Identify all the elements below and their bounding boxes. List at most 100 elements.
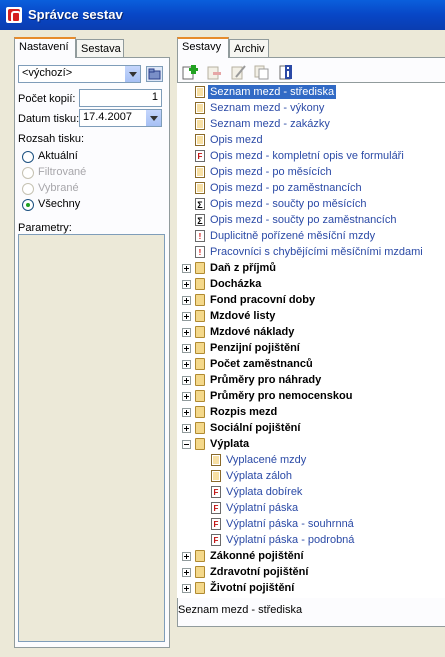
tree-item-label: Výplatní páska - souhrnná (226, 518, 354, 530)
tree-item[interactable]: F Výplata dobírek (177, 484, 445, 500)
copies-input[interactable]: 1 (79, 89, 162, 107)
tab-sestava[interactable]: Sestava (76, 39, 124, 58)
tree-folder[interactable]: Zákonné pojištění (177, 548, 445, 564)
tree-item[interactable]: Výplata záloh (177, 468, 445, 484)
tree-item[interactable]: Opis mezd - po měsících (177, 164, 445, 180)
tree-item-label: Seznam mezd - střediska (208, 85, 337, 99)
expand-icon[interactable] (182, 552, 191, 561)
form-report-icon: F (211, 518, 221, 530)
tree-item[interactable]: Vyplacené mzdy (177, 452, 445, 468)
radio-filtrovane-label: Filtrované (38, 166, 87, 178)
delete-report-icon[interactable] (206, 64, 222, 80)
params-panel[interactable] (18, 234, 165, 642)
sum-report-icon: Σ (195, 198, 205, 210)
folder-icon (148, 68, 161, 80)
date-picker[interactable]: 17.4.2007 (79, 109, 162, 127)
tree-item[interactable]: F Opis mezd - kompletní opis ve formuláři (177, 148, 445, 164)
form-report-icon: F (211, 534, 221, 546)
tree-item-label: Rozpis mezd (210, 406, 278, 418)
tree-folder[interactable]: Výplata (177, 436, 445, 452)
expand-icon[interactable] (182, 584, 191, 593)
reports-tree[interactable]: Seznam mezd - střediska Seznam mezd - výk… (177, 82, 445, 598)
tree-item[interactable]: Opis mezd - po zaměstnancích (177, 180, 445, 196)
radio-vybrane (22, 183, 34, 195)
window-title: Správce sestav (28, 7, 123, 22)
radio-vsechny-label[interactable]: Všechny (38, 198, 80, 210)
tree-folder[interactable]: Počet zaměstnanců (177, 356, 445, 372)
tab-nastaveni[interactable]: Nastavení (14, 37, 76, 58)
tree-item[interactable]: Seznam mezd - střediska (177, 84, 445, 100)
tree-folder[interactable]: Průměry pro nemocenskou (177, 388, 445, 404)
tree-item[interactable]: ! Duplicitně pořízené měsíční mzdy (177, 228, 445, 244)
tree-item[interactable]: Seznam mezd - výkony (177, 100, 445, 116)
tree-item[interactable]: Σ Opis mezd - součty po měsících (177, 196, 445, 212)
calendar-dropdown-icon[interactable] (145, 110, 161, 126)
tree-folder[interactable]: Fond pracovní doby (177, 292, 445, 308)
tree-item-label: Duplicitně pořízené měsíční mzdy (210, 230, 376, 242)
tree-item-label: Seznam mezd - zakázky (210, 118, 330, 130)
tree-folder[interactable]: Mzdové listy (177, 308, 445, 324)
report-icon (195, 118, 205, 130)
collapse-icon[interactable] (182, 440, 191, 449)
expand-icon[interactable] (182, 344, 191, 353)
browse-template-button[interactable] (146, 66, 163, 82)
radio-vsechny[interactable] (22, 199, 34, 211)
expand-icon[interactable] (182, 328, 191, 337)
chevron-down-icon[interactable] (124, 66, 140, 82)
tree-item-label: Zdravotní pojištění (210, 566, 309, 578)
expand-icon[interactable] (182, 408, 191, 417)
template-select[interactable]: <výchozí> (18, 65, 141, 83)
tree-item-label: Pracovníci s chybějícími měsíčními mzdam… (210, 246, 423, 258)
tree-folder[interactable]: Docházka (177, 276, 445, 292)
info-icon[interactable] (278, 64, 294, 80)
tree-item[interactable]: F Výplatní páska (177, 500, 445, 516)
copy-report-icon[interactable] (254, 64, 270, 80)
tree-folder[interactable]: Daň z příjmů (177, 260, 445, 276)
tree-item-label: Mzdové náklady (210, 326, 295, 338)
radio-aktualni-label[interactable]: Aktuální (38, 150, 78, 162)
tab-archiv[interactable]: Archiv (229, 39, 269, 58)
expand-icon[interactable] (182, 360, 191, 369)
tree-item-label: Opis mezd - po zaměstnancích (210, 182, 362, 194)
tree-folder[interactable]: Rozpis mezd (177, 404, 445, 420)
expand-icon[interactable] (182, 568, 191, 577)
date-value: 17.4.2007 (83, 111, 132, 123)
expand-icon[interactable] (182, 312, 191, 321)
app-icon (6, 7, 22, 23)
tree-folder[interactable]: Penzijní pojištění (177, 340, 445, 356)
tree-folder[interactable]: Životní pojištění (177, 580, 445, 596)
tree-item[interactable]: F Výplatní páska - podrobná (177, 532, 445, 548)
tree-item-label: Daň z příjmů (210, 262, 277, 274)
date-label: Datum tisku: (18, 113, 80, 125)
tree-item-label: Zákonné pojištění (210, 550, 304, 562)
report-icon (211, 454, 221, 466)
form-report-icon: F (211, 502, 221, 514)
folder-icon (195, 406, 205, 418)
expand-icon[interactable] (182, 392, 191, 401)
tree-folder[interactable]: Průměry pro náhrady (177, 372, 445, 388)
tree-folder[interactable]: Zdravotní pojištění (177, 564, 445, 580)
check-report-icon: ! (195, 230, 205, 242)
tab-sestavy[interactable]: Sestavy (177, 37, 229, 58)
tree-folder[interactable]: Mzdové náklady (177, 324, 445, 340)
report-icon (195, 134, 205, 146)
folder-icon (195, 374, 205, 386)
tree-item[interactable]: Σ Opis mezd - součty po zaměstnancích (177, 212, 445, 228)
tree-item-label: Výplata záloh (226, 470, 293, 482)
expand-icon[interactable] (182, 424, 191, 433)
expand-icon[interactable] (182, 264, 191, 273)
sum-report-icon: Σ (195, 214, 205, 226)
tree-item[interactable]: F Výplatní páska - souhrnná (177, 516, 445, 532)
tree-item-label: Průměry pro náhrady (210, 374, 322, 386)
tree-item[interactable]: ! Pracovníci s chybějícími měsíčními mzda… (177, 244, 445, 260)
tree-item[interactable]: Opis mezd (177, 132, 445, 148)
radio-aktualni[interactable] (22, 151, 34, 163)
tree-folder[interactable]: Sociální pojištění (177, 420, 445, 436)
status-text: Seznam mezd - střediska (178, 604, 303, 616)
expand-icon[interactable] (182, 296, 191, 305)
tree-item[interactable]: Seznam mezd - zakázky (177, 116, 445, 132)
expand-icon[interactable] (182, 280, 191, 289)
expand-icon[interactable] (182, 376, 191, 385)
edit-report-icon[interactable] (230, 64, 246, 80)
add-report-icon[interactable] (182, 64, 198, 80)
